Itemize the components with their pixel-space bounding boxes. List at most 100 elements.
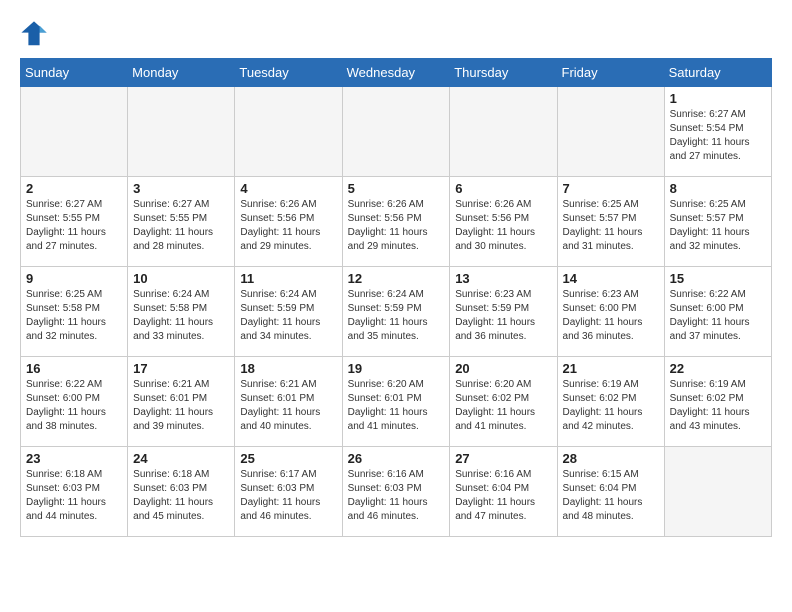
calendar-day-cell: 12 Sunrise: 6:24 AM Sunset: 5:59 PM Dayli… (342, 267, 450, 357)
day-info: Sunrise: 6:27 AM Sunset: 5:55 PM Dayligh… (26, 198, 122, 254)
day-info: Sunrise: 6:23 AM Sunset: 5:59 PM Dayligh… (455, 288, 551, 344)
weekday-header: Tuesday (235, 59, 342, 87)
day-info: Sunrise: 6:22 AM Sunset: 6:00 PM Dayligh… (670, 288, 766, 344)
day-info: Sunrise: 6:25 AM Sunset: 5:57 PM Dayligh… (563, 198, 659, 254)
logo-icon (20, 20, 48, 48)
calendar-day-cell: 27 Sunrise: 6:16 AM Sunset: 6:04 PM Dayli… (450, 447, 557, 537)
calendar-day-cell: 14 Sunrise: 6:23 AM Sunset: 6:00 PM Dayli… (557, 267, 664, 357)
calendar-day-cell: 5 Sunrise: 6:26 AM Sunset: 5:56 PM Daylig… (342, 177, 450, 267)
weekday-header: Monday (128, 59, 235, 87)
calendar-day-cell: 8 Sunrise: 6:25 AM Sunset: 5:57 PM Daylig… (664, 177, 771, 267)
calendar-day-cell (128, 87, 235, 177)
day-number: 11 (240, 271, 336, 286)
calendar-day-cell (21, 87, 128, 177)
day-number: 22 (670, 361, 766, 376)
calendar-day-cell: 18 Sunrise: 6:21 AM Sunset: 6:01 PM Dayli… (235, 357, 342, 447)
day-number: 28 (563, 451, 659, 466)
calendar-day-cell: 24 Sunrise: 6:18 AM Sunset: 6:03 PM Dayli… (128, 447, 235, 537)
calendar-day-cell: 25 Sunrise: 6:17 AM Sunset: 6:03 PM Dayli… (235, 447, 342, 537)
calendar-day-cell: 22 Sunrise: 6:19 AM Sunset: 6:02 PM Dayli… (664, 357, 771, 447)
logo (20, 20, 52, 48)
day-info: Sunrise: 6:25 AM Sunset: 5:58 PM Dayligh… (26, 288, 122, 344)
calendar-week-row: 23 Sunrise: 6:18 AM Sunset: 6:03 PM Dayli… (21, 447, 772, 537)
day-number: 12 (348, 271, 445, 286)
day-number: 1 (670, 91, 766, 106)
day-info: Sunrise: 6:17 AM Sunset: 6:03 PM Dayligh… (240, 468, 336, 524)
day-number: 23 (26, 451, 122, 466)
day-info: Sunrise: 6:26 AM Sunset: 5:56 PM Dayligh… (455, 198, 551, 254)
calendar-day-cell: 17Sunrise: 6:21 AM Sunset: 6:01 PM Dayli… (128, 357, 235, 447)
calendar-day-cell: 9 Sunrise: 6:25 AM Sunset: 5:58 PM Daylig… (21, 267, 128, 357)
day-number: 27 (455, 451, 551, 466)
calendar-day-cell (557, 87, 664, 177)
day-info: Sunrise: 6:27 AM Sunset: 5:55 PM Dayligh… (133, 198, 229, 254)
calendar-day-cell (450, 87, 557, 177)
calendar-day-cell (235, 87, 342, 177)
day-number: 3 (133, 181, 229, 196)
calendar-day-cell: 10 Sunrise: 6:24 AM Sunset: 5:58 PM Dayli… (128, 267, 235, 357)
day-info: Sunrise: 6:22 AM Sunset: 6:00 PM Dayligh… (26, 378, 122, 434)
calendar-week-row: 1 Sunrise: 6:27 AM Sunset: 5:54 PM Daylig… (21, 87, 772, 177)
day-number: 16 (26, 361, 122, 376)
day-number: 9 (26, 271, 122, 286)
calendar-day-cell (342, 87, 450, 177)
day-number: 20 (455, 361, 551, 376)
day-info: Sunrise: 6:25 AM Sunset: 5:57 PM Dayligh… (670, 198, 766, 254)
calendar-week-row: 2 Sunrise: 6:27 AM Sunset: 5:55 PM Daylig… (21, 177, 772, 267)
calendar-day-cell: 16 Sunrise: 6:22 AM Sunset: 6:00 PM Dayli… (21, 357, 128, 447)
calendar-day-cell: 20Sunrise: 6:20 AM Sunset: 6:02 PM Dayli… (450, 357, 557, 447)
calendar-header-row: SundayMondayTuesdayWednesdayThursdayFrid… (21, 59, 772, 87)
day-number: 26 (348, 451, 445, 466)
calendar-day-cell: 3 Sunrise: 6:27 AM Sunset: 5:55 PM Daylig… (128, 177, 235, 267)
day-info: Sunrise: 6:18 AM Sunset: 6:03 PM Dayligh… (133, 468, 229, 524)
day-info: Sunrise: 6:23 AM Sunset: 6:00 PM Dayligh… (563, 288, 659, 344)
calendar-day-cell: 19 Sunrise: 6:20 AM Sunset: 6:01 PM Dayli… (342, 357, 450, 447)
calendar-day-cell: 11 Sunrise: 6:24 AM Sunset: 5:59 PM Dayli… (235, 267, 342, 357)
day-number: 7 (563, 181, 659, 196)
calendar-day-cell: 28 Sunrise: 6:15 AM Sunset: 6:04 PM Dayli… (557, 447, 664, 537)
day-number: 24 (133, 451, 229, 466)
day-info: Sunrise: 6:27 AM Sunset: 5:54 PM Dayligh… (670, 108, 766, 164)
day-number: 10 (133, 271, 229, 286)
weekday-header: Sunday (21, 59, 128, 87)
calendar-day-cell: 13 Sunrise: 6:23 AM Sunset: 5:59 PM Dayli… (450, 267, 557, 357)
day-info: Sunrise: 6:21 AM Sunset: 6:01 PM Dayligh… (240, 378, 336, 434)
calendar-day-cell: 7 Sunrise: 6:25 AM Sunset: 5:57 PM Daylig… (557, 177, 664, 267)
weekday-header: Wednesday (342, 59, 450, 87)
calendar-day-cell: 1 Sunrise: 6:27 AM Sunset: 5:54 PM Daylig… (664, 87, 771, 177)
calendar-day-cell (664, 447, 771, 537)
calendar-table: SundayMondayTuesdayWednesdayThursdayFrid… (20, 58, 772, 537)
calendar-day-cell: 23 Sunrise: 6:18 AM Sunset: 6:03 PM Dayli… (21, 447, 128, 537)
day-info: Sunrise: 6:20 AM Sunset: 6:01 PM Dayligh… (348, 378, 445, 434)
day-number: 5 (348, 181, 445, 196)
day-info: Sunrise: 6:26 AM Sunset: 5:56 PM Dayligh… (348, 198, 445, 254)
day-number: 14 (563, 271, 659, 286)
calendar-day-cell: 2 Sunrise: 6:27 AM Sunset: 5:55 PM Daylig… (21, 177, 128, 267)
weekday-header: Thursday (450, 59, 557, 87)
day-number: 21 (563, 361, 659, 376)
calendar-week-row: 9 Sunrise: 6:25 AM Sunset: 5:58 PM Daylig… (21, 267, 772, 357)
day-info: Sunrise: 6:19 AM Sunset: 6:02 PM Dayligh… (563, 378, 659, 434)
day-info: Sunrise: 6:19 AM Sunset: 6:02 PM Dayligh… (670, 378, 766, 434)
calendar-day-cell: 4 Sunrise: 6:26 AM Sunset: 5:56 PM Daylig… (235, 177, 342, 267)
day-number: 2 (26, 181, 122, 196)
day-info: Sunrise: 6:24 AM Sunset: 5:59 PM Dayligh… (240, 288, 336, 344)
day-number: 13 (455, 271, 551, 286)
day-info: Sunrise: 6:16 AM Sunset: 6:04 PM Dayligh… (455, 468, 551, 524)
day-number: 8 (670, 181, 766, 196)
day-info: Sunrise: 6:26 AM Sunset: 5:56 PM Dayligh… (240, 198, 336, 254)
day-number: 25 (240, 451, 336, 466)
day-info: Sunrise: 6:16 AM Sunset: 6:03 PM Dayligh… (348, 468, 445, 524)
day-info: Sunrise: 6:24 AM Sunset: 5:58 PM Dayligh… (133, 288, 229, 344)
day-info: Sunrise: 6:24 AM Sunset: 5:59 PM Dayligh… (348, 288, 445, 344)
calendar-day-cell: 6Sunrise: 6:26 AM Sunset: 5:56 PM Daylig… (450, 177, 557, 267)
calendar-day-cell: 21 Sunrise: 6:19 AM Sunset: 6:02 PM Dayli… (557, 357, 664, 447)
calendar-day-cell: 15 Sunrise: 6:22 AM Sunset: 6:00 PM Dayli… (664, 267, 771, 357)
day-info: Sunrise: 6:18 AM Sunset: 6:03 PM Dayligh… (26, 468, 122, 524)
day-number: 15 (670, 271, 766, 286)
day-number: 4 (240, 181, 336, 196)
day-number: 18 (240, 361, 336, 376)
day-info: Sunrise: 6:15 AM Sunset: 6:04 PM Dayligh… (563, 468, 659, 524)
day-number: 19 (348, 361, 445, 376)
day-number: 17 (133, 361, 229, 376)
